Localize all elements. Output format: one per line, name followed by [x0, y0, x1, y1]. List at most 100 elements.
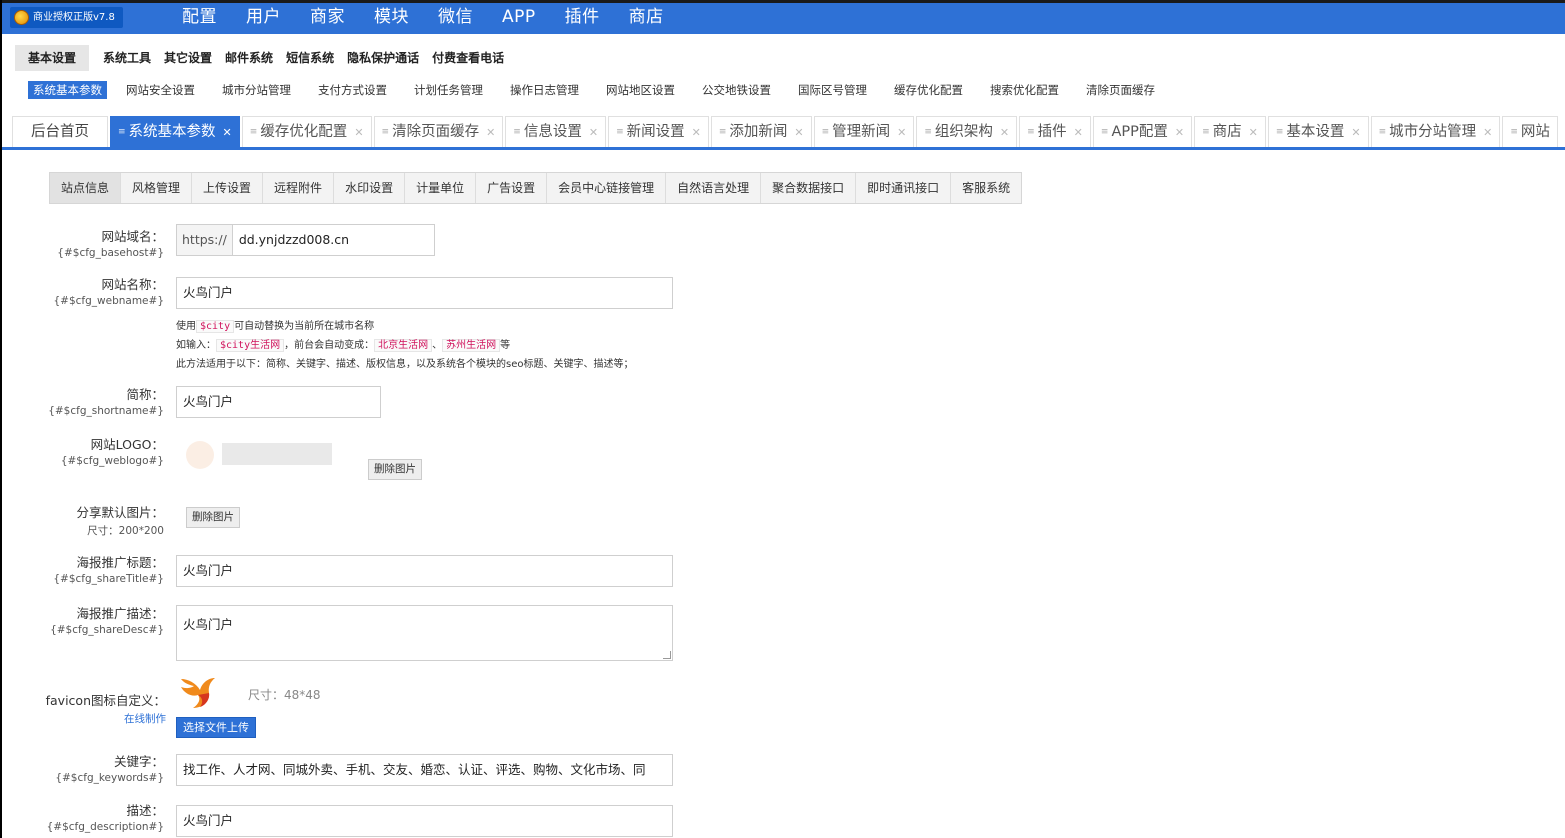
hint-line-2: 如输入： $city生活网 ，前台会自动变成： 北京生活网、苏州生活网等	[176, 336, 633, 355]
menu2-basic-settings[interactable]: 基本设置	[15, 45, 90, 71]
submenu-basic-params[interactable]: 系统基本参数	[28, 81, 107, 99]
close-icon[interactable]: ✕	[1351, 117, 1360, 148]
itab-ads[interactable]: 广告设置	[476, 173, 548, 203]
tab-manage-news[interactable]: ≡ 管理新闻 ✕	[813, 116, 915, 148]
submenu-transit[interactable]: 公交地铁设置	[702, 81, 771, 99]
close-icon[interactable]: ✕	[589, 117, 598, 148]
tab-info-settings[interactable]: ≡ 信息设置 ✕	[505, 116, 607, 148]
submenu-seo[interactable]: 搜索优化配置	[990, 81, 1059, 99]
tab-basic-params[interactable]: ≡ 系统基本参数 ✕	[110, 116, 240, 147]
submenu-logs[interactable]: 操作日志管理	[510, 81, 579, 99]
tab-label: APP配置	[1111, 123, 1168, 140]
domain-input[interactable]: https:// dd.ynjdzzd008.cn	[176, 224, 435, 256]
hint-text: ，前台会自动变成：	[284, 340, 375, 351]
itab-style[interactable]: 风格管理	[121, 173, 193, 203]
submenu-security[interactable]: 网站安全设置	[126, 81, 195, 99]
tab-website[interactable]: ≡ 网站	[1502, 116, 1558, 147]
itab-data-api[interactable]: 聚合数据接口	[761, 173, 857, 203]
close-icon[interactable]: ✕	[692, 117, 701, 148]
submenu-city-sites[interactable]: 城市分站管理	[222, 81, 291, 99]
topnav-store[interactable]: 商店	[629, 3, 664, 34]
tab-home[interactable]: 后台首页	[12, 116, 108, 147]
tab-label: 信息设置	[523, 123, 582, 140]
submenu-area-codes[interactable]: 国际区号管理	[798, 81, 867, 99]
close-icon[interactable]: ✕	[486, 117, 495, 148]
itab-upload[interactable]: 上传设置	[192, 173, 264, 203]
upload-file-button[interactable]: 选择文件上传	[176, 717, 256, 738]
drag-handle-icon: ≡	[1510, 126, 1518, 137]
online-make-link[interactable]: 在线制作	[46, 711, 166, 726]
close-icon[interactable]: ✕	[223, 117, 232, 148]
menu2-mail-system[interactable]: 邮件系统	[225, 45, 286, 71]
menu2-system-tools[interactable]: 系统工具	[103, 45, 164, 71]
hint-text: 使用	[176, 321, 196, 332]
tab-store[interactable]: ≡ 商店 ✕	[1194, 116, 1266, 147]
itab-units[interactable]: 计量单位	[405, 173, 477, 203]
tab-app-config[interactable]: ≡ APP配置 ✕	[1092, 116, 1193, 148]
tab-label: 清除页面缓存	[392, 123, 480, 140]
tab-label: 商店	[1212, 123, 1242, 140]
textarea-value: 火鸟门户	[183, 617, 234, 632]
itab-customer-service[interactable]: 客服系统	[951, 173, 1021, 203]
label-shortname: 简称： {#$cfg_shortname#}	[48, 384, 164, 417]
tab-clear-cache[interactable]: ≡ 清除页面缓存 ✕	[373, 116, 504, 148]
keywords-input[interactable]: 找工作、人才网、同城外卖、手机、交友、婚恋、认证、评选、购物、文化市场、同	[176, 754, 673, 786]
submenu-regions[interactable]: 网站地区设置	[606, 81, 675, 99]
close-icon[interactable]: ✕	[1074, 117, 1083, 148]
tab-add-news[interactable]: ≡ 添加新闻 ✕	[710, 116, 812, 148]
label-domain: 网站域名： {#$cfg_basehost#}	[57, 226, 164, 259]
description-input[interactable]: 火鸟门户	[176, 805, 673, 837]
topnav-config[interactable]: 配置	[182, 3, 217, 34]
tab-basic-settings[interactable]: ≡ 基本设置 ✕	[1267, 116, 1369, 148]
itab-im-api[interactable]: 即时通讯接口	[856, 173, 952, 203]
close-icon[interactable]: ✕	[1175, 117, 1184, 148]
tab-plugins[interactable]: ≡ 插件 ✕	[1019, 116, 1091, 147]
topnav-plugins[interactable]: 插件	[565, 3, 600, 34]
share-desc-textarea[interactable]: 火鸟门户	[176, 605, 673, 661]
delete-logo-button[interactable]: 删除图片	[368, 459, 422, 480]
menu2-paid-phone[interactable]: 付费查看电话	[432, 45, 517, 71]
label-text: 网站名称：	[101, 277, 164, 292]
tab-org-structure[interactable]: ≡ 组织架构 ✕	[916, 116, 1018, 148]
menu2-other-settings[interactable]: 其它设置	[164, 45, 225, 71]
submenu-cache[interactable]: 缓存优化配置	[894, 81, 963, 99]
share-title-input[interactable]: 火鸟门户	[176, 555, 673, 587]
itab-watermark[interactable]: 水印设置	[334, 173, 406, 203]
topnav-merchants[interactable]: 商家	[310, 3, 345, 34]
close-icon[interactable]: ✕	[794, 117, 803, 148]
tab-news-settings[interactable]: ≡ 新闻设置 ✕	[608, 116, 709, 147]
menu2-sms-system[interactable]: 短信系统	[286, 45, 347, 71]
webname-input[interactable]: 火鸟门户	[176, 277, 673, 309]
close-icon[interactable]: ✕	[1249, 117, 1258, 148]
tab-city-sites[interactable]: ≡ 城市分站管理 ✕	[1370, 116, 1501, 148]
drag-handle-icon: ≡	[118, 126, 126, 137]
submenu-clear-cache[interactable]: 清除页面缓存	[1086, 81, 1155, 99]
menu2-privacy-call[interactable]: 隐私保护通话	[347, 45, 432, 71]
itab-member-links[interactable]: 会员中心链接管理	[547, 173, 667, 203]
itab-site-info[interactable]: 站点信息	[50, 173, 122, 203]
tab-label: 新闻设置	[626, 123, 685, 140]
brand-badge[interactable]: 商业授权正版v7.8	[10, 7, 123, 28]
hint-text: 、	[432, 340, 443, 351]
shortname-input[interactable]: 火鸟门户	[176, 386, 381, 418]
close-icon[interactable]: ✕	[1000, 117, 1009, 148]
topnav-app[interactable]: APP	[502, 3, 536, 34]
label-share-title: 海报推广标题： {#$cfg_shareTitle#}	[53, 552, 164, 585]
submenu-payment[interactable]: 支付方式设置	[318, 81, 387, 99]
resize-handle-icon[interactable]	[663, 651, 671, 659]
delete-share-image-button[interactable]: 删除图片	[186, 507, 240, 528]
topnav-modules[interactable]: 模块	[374, 3, 409, 34]
tab-cache-config[interactable]: ≡ 缓存优化配置 ✕	[241, 116, 372, 148]
label-keywords: 关键字： {#$cfg_keywords#}	[55, 751, 164, 784]
itab-nlp[interactable]: 自然语言处理	[666, 173, 762, 203]
label-text: 网站LOGO：	[90, 437, 164, 452]
close-icon[interactable]: ✕	[1483, 117, 1492, 148]
submenu-cron[interactable]: 计划任务管理	[414, 81, 483, 99]
close-icon[interactable]: ✕	[897, 117, 906, 148]
itab-remote-attach[interactable]: 远程附件	[263, 173, 335, 203]
tab-label: 城市分站管理	[1389, 123, 1477, 140]
hint-text: 如输入：	[176, 340, 216, 351]
topnav-users[interactable]: 用户	[246, 3, 281, 34]
topnav-wechat[interactable]: 微信	[438, 3, 473, 34]
close-icon[interactable]: ✕	[354, 117, 363, 148]
